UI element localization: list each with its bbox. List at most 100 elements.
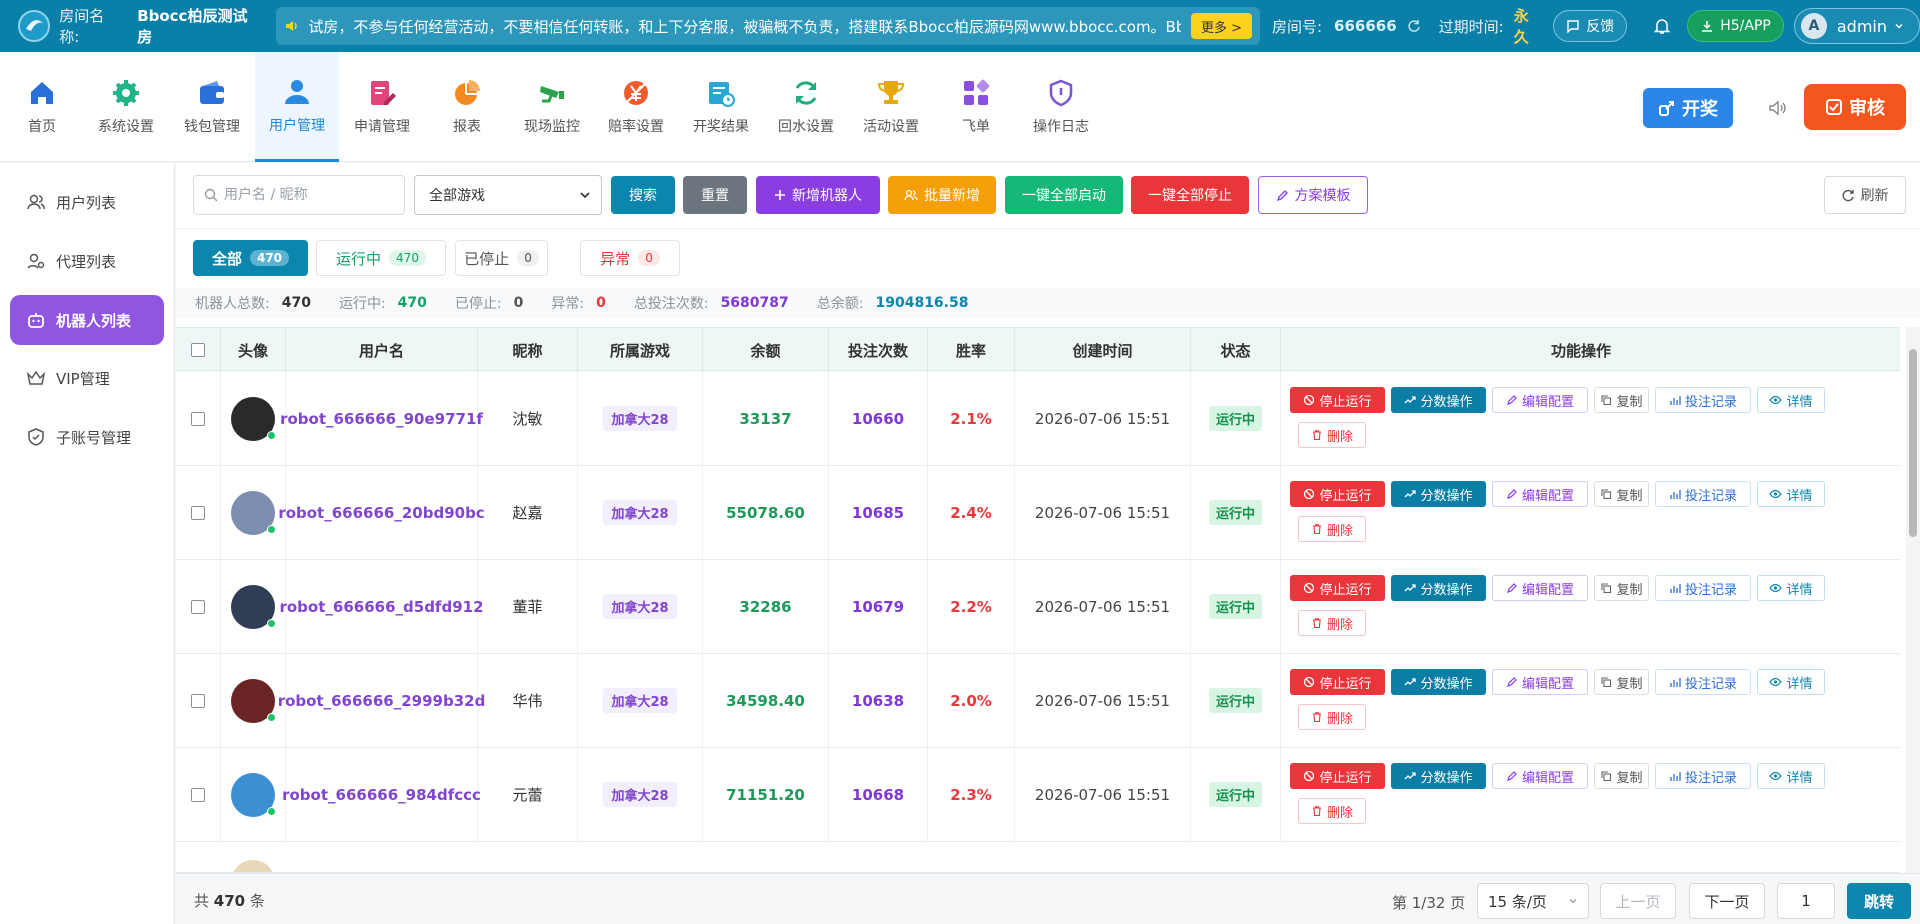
nav-odds-settings[interactable]: 赔率设置 xyxy=(594,52,678,162)
add-robot-button[interactable]: 新增机器人 xyxy=(756,176,880,214)
stop-all-button[interactable]: 一键全部停止 xyxy=(1131,176,1249,214)
detail-button[interactable]: 详情 xyxy=(1757,387,1825,413)
volume-icon[interactable] xyxy=(1767,98,1787,118)
delete-button[interactable]: 删除 xyxy=(1298,610,1366,636)
edit-config-button[interactable]: 编辑配置 xyxy=(1492,763,1588,789)
draw-button[interactable]: 开奖 xyxy=(1643,88,1733,128)
nav-draw-results[interactable]: 开奖结果 xyxy=(679,52,763,162)
tab-abnormal[interactable]: 异常 0 xyxy=(580,240,680,276)
username[interactable]: robot_666666_984dfccc xyxy=(282,786,481,804)
username[interactable]: robot_666666_90e9771f xyxy=(280,410,483,428)
nav-flying-orders[interactable]: 飞单 xyxy=(934,52,1018,162)
username[interactable]: robot_666666_2999b32d xyxy=(278,692,486,710)
username[interactable]: robot_666666_d5dfd912 xyxy=(279,598,483,616)
row-checkbox[interactable] xyxy=(191,599,205,614)
score-button[interactable]: 分数操作 xyxy=(1391,575,1486,601)
nav-activity-settings[interactable]: 活动设置 xyxy=(849,52,933,162)
bet-records-button[interactable]: 投注记录 xyxy=(1655,387,1751,413)
stop-button[interactable]: 停止运行 xyxy=(1290,669,1385,695)
delete-button[interactable]: 删除 xyxy=(1298,422,1366,448)
start-all-button[interactable]: 一键全部启动 xyxy=(1005,176,1123,214)
detail-button[interactable]: 详情 xyxy=(1757,763,1825,789)
feedback-button[interactable]: 反馈 xyxy=(1553,10,1628,42)
bet-records-button[interactable]: 投注记录 xyxy=(1655,481,1751,507)
stop-button[interactable]: 停止运行 xyxy=(1290,387,1385,413)
bet-records-button[interactable]: 投注记录 xyxy=(1655,763,1751,789)
table-row: robot_666666_d5dfd912 董菲 加拿大28 32286 10679 2.… xyxy=(176,560,1900,654)
detail-button[interactable]: 详情 xyxy=(1757,481,1825,507)
copy-button[interactable]: 复制 xyxy=(1594,481,1649,507)
table-scrollbar[interactable] xyxy=(1906,327,1920,873)
score-button[interactable]: 分数操作 xyxy=(1391,763,1486,789)
nav-user-management[interactable]: 用户管理 xyxy=(255,52,339,162)
copy-button[interactable]: 复制 xyxy=(1594,575,1649,601)
row-checkbox[interactable] xyxy=(191,505,205,520)
copy-button[interactable]: 复制 xyxy=(1594,387,1649,413)
search-input[interactable] xyxy=(224,187,394,203)
search-button[interactable]: 搜索 xyxy=(611,176,675,214)
sidebar-item-agent-list[interactable]: 代理列表 xyxy=(10,236,164,286)
template-button[interactable]: 方案模板 xyxy=(1258,176,1368,214)
page-size-select[interactable]: 15 条/页 xyxy=(1477,883,1589,919)
edit-config-button[interactable]: 编辑配置 xyxy=(1492,387,1588,413)
detail-button[interactable]: 详情 xyxy=(1757,669,1825,695)
delete-button[interactable]: 删除 xyxy=(1298,516,1366,542)
sidebar-item-vip[interactable]: VIP管理 xyxy=(10,353,164,403)
delete-button[interactable]: 删除 xyxy=(1298,798,1366,824)
score-button[interactable]: 分数操作 xyxy=(1391,669,1486,695)
stop-button[interactable]: 停止运行 xyxy=(1290,763,1385,789)
row-checkbox[interactable] xyxy=(191,411,205,426)
batch-add-button[interactable]: 批量新增 xyxy=(888,176,996,214)
tab-running[interactable]: 运行中 470 xyxy=(316,240,446,276)
game-select[interactable]: 全部游戏 xyxy=(414,175,602,215)
more-button[interactable]: 更多 > xyxy=(1190,13,1252,39)
edit-config-button[interactable]: 编辑配置 xyxy=(1492,575,1588,601)
h5-app-button[interactable]: H5/APP xyxy=(1687,10,1784,42)
refresh-button[interactable]: 刷新 xyxy=(1824,176,1906,214)
scrollbar-thumb[interactable] xyxy=(1909,349,1917,537)
reset-button[interactable]: 重置 xyxy=(683,176,747,214)
nav-system-settings[interactable]: 系统设置 xyxy=(84,52,168,162)
nav-applications[interactable]: 申请管理 xyxy=(340,52,424,162)
sidebar-item-user-list[interactable]: 用户列表 xyxy=(10,177,164,227)
bell-icon[interactable] xyxy=(1653,17,1671,35)
bet-records-button[interactable]: 投注记录 xyxy=(1655,669,1751,695)
score-button[interactable]: 分数操作 xyxy=(1391,481,1486,507)
sidebar-item-robot-list[interactable]: 机器人列表 xyxy=(10,295,164,345)
detail-button[interactable]: 详情 xyxy=(1757,575,1825,601)
nav-rebate-settings[interactable]: 回水设置 xyxy=(764,52,848,162)
nav-live-monitor[interactable]: 现场监控 xyxy=(510,52,594,162)
copy-button[interactable]: 复制 xyxy=(1594,763,1649,789)
table-row: robot_666666_20bd90bc 赵嘉 加拿大28 55078.60 1068… xyxy=(176,466,1900,560)
tab-label: 全部 xyxy=(211,249,242,268)
select-all-checkbox[interactable] xyxy=(191,343,205,357)
tab-all[interactable]: 全部 470 xyxy=(193,240,308,276)
stat-balance-label: 总余额: xyxy=(816,296,864,312)
bet-records-button[interactable]: 投注记录 xyxy=(1655,575,1751,601)
audit-button[interactable]: 审核 xyxy=(1804,84,1906,130)
copy-button[interactable]: 复制 xyxy=(1594,669,1649,695)
edit-config-button[interactable]: 编辑配置 xyxy=(1492,481,1588,507)
nav-reports[interactable]: 报表 xyxy=(425,52,509,162)
row-checkbox[interactable] xyxy=(191,693,205,708)
prev-page-button[interactable]: 上一页 xyxy=(1600,883,1676,919)
score-button[interactable]: 分数操作 xyxy=(1391,387,1486,413)
jump-button[interactable]: 跳转 xyxy=(1847,883,1911,919)
tab-stopped[interactable]: 已停止 0 xyxy=(455,240,548,276)
delete-button[interactable]: 删除 xyxy=(1298,704,1366,730)
user-menu[interactable]: A admin xyxy=(1793,8,1920,44)
refresh-room-icon[interactable] xyxy=(1407,19,1421,33)
nav-wallet[interactable]: 钱包管理 xyxy=(170,52,254,162)
sidebar-item-sub-accounts[interactable]: 子账号管理 xyxy=(10,412,164,462)
edit-config-button[interactable]: 编辑配置 xyxy=(1492,669,1588,695)
nav-home[interactable]: 首页 xyxy=(0,52,84,162)
nav-operation-log[interactable]: 操作日志 xyxy=(1019,52,1103,162)
next-page-button[interactable]: 下一页 xyxy=(1689,883,1765,919)
main-nav: 首页 系统设置 钱包管理 用户管理 申请管理 报表 现场监控 赔率设置 开奖结果… xyxy=(0,52,1920,162)
checkbox-cell xyxy=(176,466,221,559)
page-input[interactable]: 1 xyxy=(1777,883,1835,919)
row-checkbox[interactable] xyxy=(191,787,205,802)
stop-button[interactable]: 停止运行 xyxy=(1290,481,1385,507)
stop-button[interactable]: 停止运行 xyxy=(1290,575,1385,601)
username[interactable]: robot_666666_20bd90bc xyxy=(278,504,484,522)
